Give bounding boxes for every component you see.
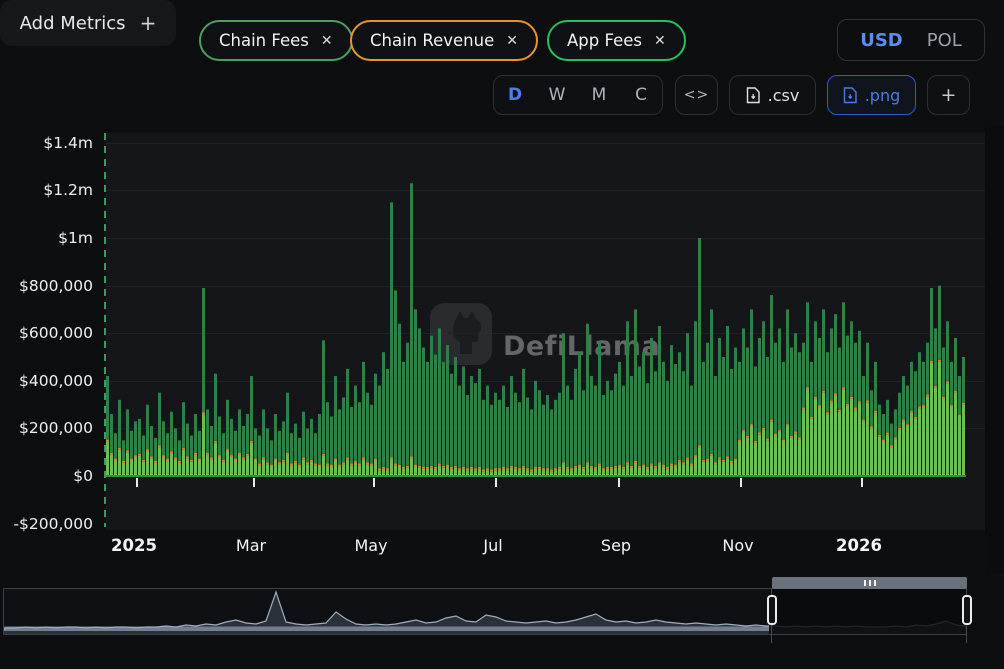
metric-pill-label: Chain Revenue bbox=[370, 31, 494, 50]
y-axis-label: $0 bbox=[73, 466, 93, 486]
metric-pill-label: Chain Fees bbox=[219, 31, 309, 50]
close-icon[interactable]: ✕ bbox=[654, 33, 666, 49]
interval-cumulative[interactable]: C bbox=[620, 85, 662, 105]
x-axis-label: May bbox=[354, 536, 387, 555]
add-chart-button[interactable]: + bbox=[927, 75, 970, 115]
metric-pill-app-fees[interactable]: App Fees ✕ bbox=[547, 20, 686, 61]
defillama-chart-app: Add Metrics + Chain Fees ✕ Chain Revenue… bbox=[0, 0, 1004, 669]
interval-selector: D W M C bbox=[493, 75, 663, 115]
metric-pill-chain-revenue[interactable]: Chain Revenue ✕ bbox=[350, 20, 538, 61]
y-axis-label: -$200,000 bbox=[13, 514, 93, 534]
x-axis-label: 2026 bbox=[836, 536, 882, 555]
close-icon[interactable]: ✕ bbox=[506, 33, 518, 49]
y-axis-label: $400,000 bbox=[19, 371, 93, 391]
y-axis-dashed-line bbox=[104, 133, 106, 527]
currency-option-usd[interactable]: USD bbox=[860, 30, 903, 51]
plus-icon: + bbox=[140, 11, 157, 35]
stacked-bars bbox=[105, 133, 985, 527]
y-axis-label: $800,000 bbox=[19, 276, 93, 296]
close-icon[interactable]: ✕ bbox=[321, 33, 333, 49]
x-axis-label: Jul bbox=[483, 536, 502, 555]
file-download-icon bbox=[746, 87, 760, 104]
x-axis-label: Mar bbox=[236, 536, 266, 555]
y-axis-label: $200,000 bbox=[19, 418, 93, 438]
metric-pill-label: App Fees bbox=[567, 31, 642, 50]
interval-weekly[interactable]: W bbox=[536, 85, 578, 105]
download-png-button[interactable]: .png bbox=[827, 75, 916, 115]
x-axis-label: Sep bbox=[601, 536, 631, 555]
y-axis-label: $1.4m bbox=[43, 133, 93, 153]
chart-plot-area[interactable]: DefiLlama bbox=[105, 133, 985, 530]
currency-option-pol[interactable]: POL bbox=[927, 30, 962, 51]
brush-left-handle[interactable] bbox=[767, 595, 777, 625]
metric-pill-chain-fees[interactable]: Chain Fees ✕ bbox=[199, 20, 353, 61]
csv-label: .csv bbox=[768, 86, 800, 105]
x-axis-label: 2025 bbox=[111, 536, 157, 555]
interval-daily[interactable]: D bbox=[494, 85, 536, 105]
y-axis-label: $1.2m bbox=[43, 180, 93, 200]
file-download-icon bbox=[843, 87, 857, 104]
brush-selection-bar[interactable] bbox=[772, 577, 967, 589]
add-metrics-label: Add Metrics bbox=[20, 13, 126, 34]
download-csv-button[interactable]: .csv bbox=[729, 75, 816, 115]
y-axis-label: $600,000 bbox=[19, 323, 93, 343]
embed-code-button[interactable]: <> bbox=[675, 75, 718, 115]
chart-right-margin bbox=[985, 125, 1004, 573]
png-label: .png bbox=[865, 86, 901, 105]
y-axis-label: $1m bbox=[58, 228, 93, 248]
timeline-brush-track[interactable] bbox=[3, 588, 967, 635]
zero-axis-line bbox=[105, 475, 966, 477]
interval-monthly[interactable]: M bbox=[578, 85, 620, 105]
currency-toggle: USD POL bbox=[837, 19, 985, 61]
code-icon: <> bbox=[684, 87, 709, 103]
brush-minichart bbox=[4, 589, 966, 634]
x-axis-label: Nov bbox=[722, 536, 753, 555]
plus-icon: + bbox=[941, 84, 957, 106]
add-metrics-button[interactable]: Add Metrics + bbox=[0, 0, 176, 46]
brush-right-handle[interactable] bbox=[962, 595, 972, 625]
